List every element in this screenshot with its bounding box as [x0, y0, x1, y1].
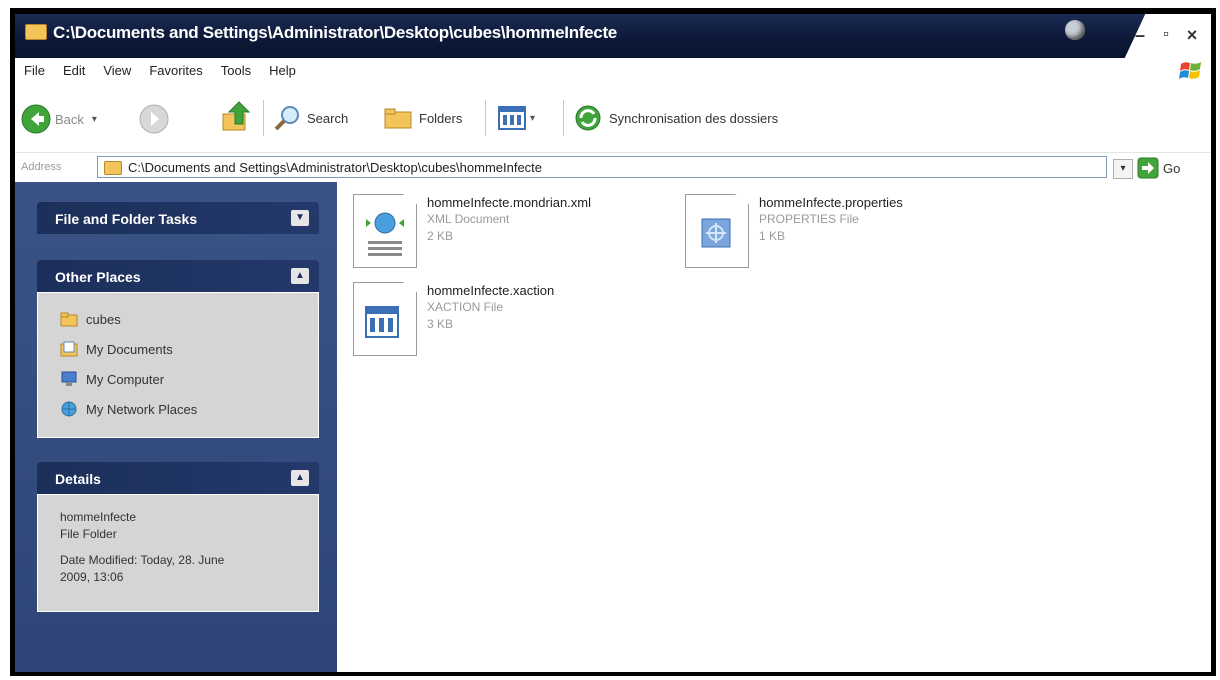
other-place-label: My Network Places [86, 401, 198, 417]
details-modified-line1: Date Modified: Today, 28. June [60, 553, 225, 567]
xaction-file-icon [353, 282, 417, 356]
views-icon [498, 106, 526, 130]
xml-document-icon [353, 194, 417, 268]
go-button[interactable]: Go [1137, 157, 1180, 179]
close-button[interactable]: × [1181, 24, 1203, 46]
file-name: hommeInfecte.xaction [427, 283, 555, 298]
forward-arrow-icon [139, 104, 169, 134]
title-disc-icon [1065, 20, 1085, 40]
menu-bar: File Edit View Favorites Tools Help [15, 58, 1211, 85]
other-places-body: cubes My Documents My Computer My Networ… [37, 292, 319, 438]
window-title: C:\Documents and Settings\Administrator\… [53, 23, 617, 42]
other-place-network-places[interactable]: My Network Places [60, 401, 197, 417]
back-dropdown-icon[interactable]: ▾ [92, 114, 97, 125]
network-places-icon [61, 401, 77, 417]
collapse-chevron-icon[interactable]: ▲ [291, 470, 309, 486]
menu-tools[interactable]: Tools [212, 58, 260, 78]
menu-edit[interactable]: Edit [54, 58, 94, 78]
views-dropdown-icon: ▾ [530, 112, 536, 124]
menu-view[interactable]: View [94, 58, 140, 78]
folder-icon [25, 24, 47, 40]
toolbar: Back ▾ Search Folders ▾ Synchronisation … [15, 84, 1211, 152]
address-input[interactable]: C:\Documents and Settings\Administrator\… [97, 156, 1107, 178]
file-type: XML Document [427, 212, 510, 226]
properties-file-icon [685, 194, 749, 268]
back-button[interactable]: Back ▾ [21, 104, 97, 134]
menu-file[interactable]: File [15, 58, 54, 78]
details-body: hommeInfecte File Folder Date Modified: … [37, 494, 319, 612]
file-item-xaction[interactable]: hommeInfecte.xaction XACTION File 3 KB [353, 282, 554, 356]
file-size: 3 KB [427, 317, 454, 331]
other-place-label: My Documents [86, 341, 173, 357]
my-documents-icon [60, 341, 78, 357]
back-label: Back [55, 111, 84, 127]
folders-label: Folders [419, 110, 463, 126]
details-title: Details [55, 471, 101, 487]
task-pane: File and Folder Tasks ▼ Other Places ▲ c… [15, 182, 337, 672]
my-computer-icon [61, 371, 77, 386]
menu-help[interactable]: Help [260, 58, 305, 78]
sync-button[interactable]: Synchronisation des dossiers [573, 104, 778, 132]
file-type: XACTION File [427, 300, 504, 314]
menu-favorites[interactable]: Favorites [140, 58, 211, 78]
details-type: File Folder [60, 527, 117, 541]
other-place-my-documents[interactable]: My Documents [60, 341, 173, 357]
go-arrow-icon [1137, 157, 1159, 179]
folder-icon [104, 161, 122, 175]
other-place-label: My Computer [86, 371, 165, 387]
views-button[interactable]: ▾ [497, 104, 535, 132]
file-name: hommeInfecte.mondrian.xml [427, 195, 592, 210]
toolbar-separator [263, 100, 264, 136]
file-name: hommeInfecte.properties [759, 195, 903, 210]
file-list: hommeInfecte.mondrian.xml XML Document 2… [337, 182, 1211, 672]
collapse-chevron-icon[interactable]: ▲ [291, 268, 309, 284]
file-folder-tasks-header[interactable]: File and Folder Tasks ▼ [37, 202, 319, 234]
file-size: 1 KB [759, 229, 786, 243]
sync-label: Synchronisation des dossiers [609, 110, 779, 126]
details-modified-line2: 2009, 13:06 [60, 570, 124, 584]
other-place-cubes[interactable]: cubes [60, 311, 121, 327]
file-folder-tasks-title: File and Folder Tasks [55, 211, 198, 227]
address-dropdown-button[interactable]: ▾ [1113, 159, 1133, 179]
windows-logo-icon [1179, 62, 1201, 79]
address-bar: Address C:\Documents and Settings\Admini… [15, 152, 1211, 183]
file-type: PROPERTIES File [759, 212, 859, 226]
details-header[interactable]: Details ▲ [37, 462, 319, 494]
minimize-button[interactable]: – [1129, 24, 1151, 46]
other-place-my-computer[interactable]: My Computer [60, 371, 164, 387]
go-label: Go [1163, 160, 1181, 176]
folders-button[interactable]: Folders [381, 104, 462, 132]
forward-button[interactable] [139, 104, 169, 134]
toolbar-separator [563, 100, 564, 136]
up-folder-button[interactable] [219, 100, 253, 134]
back-arrow-icon [21, 104, 51, 134]
sync-icon [575, 105, 601, 131]
search-button[interactable]: Search [273, 104, 348, 132]
file-item-mondrian-xml[interactable]: hommeInfecte.mondrian.xml XML Document 2… [353, 194, 591, 268]
search-icon [274, 106, 299, 131]
file-size: 2 KB [427, 229, 454, 243]
details-name: hommeInfecte [60, 510, 137, 524]
other-places-title: Other Places [55, 269, 141, 285]
toolbar-separator [485, 100, 486, 136]
explorer-window: C:\Documents and Settings\Administrator\… [15, 14, 1211, 672]
screenshot-frame: C:\Documents and Settings\Administrator\… [10, 8, 1216, 676]
search-label: Search [307, 110, 349, 126]
other-place-label: cubes [86, 311, 121, 327]
maximize-button[interactable]: ▫ [1155, 24, 1177, 46]
other-places-header[interactable]: Other Places ▲ [37, 260, 319, 292]
folders-icon [384, 108, 412, 129]
address-label: Address [21, 161, 62, 173]
up-arrow-icon [222, 101, 251, 131]
file-item-properties[interactable]: hommeInfecte.properties PROPERTIES File … [685, 194, 903, 268]
address-value: C:\Documents and Settings\Administrator\… [128, 160, 543, 175]
title-bar: C:\Documents and Settings\Administrator\… [15, 14, 1211, 58]
expand-chevron-icon[interactable]: ▼ [291, 210, 309, 226]
folder-icon [60, 312, 78, 327]
